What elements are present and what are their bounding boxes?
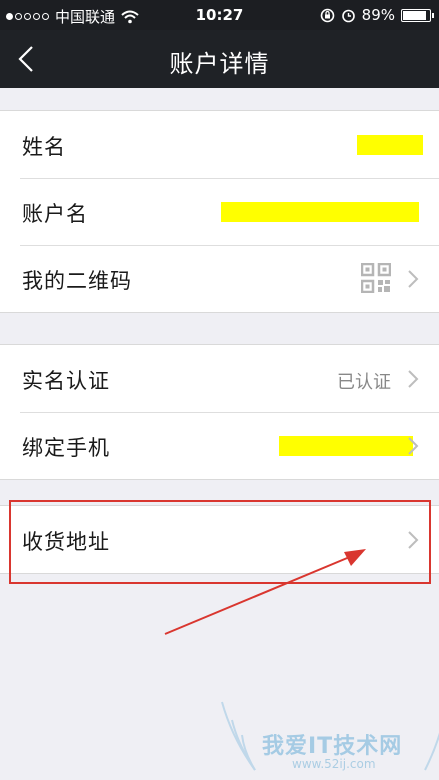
- row-label: 姓名: [22, 135, 66, 159]
- rotation-lock-icon: [320, 8, 334, 22]
- chevron-right-icon: [408, 370, 419, 388]
- alarm-icon: [341, 9, 355, 22]
- row-label: 账户名: [22, 202, 88, 226]
- row-value: 已认证: [337, 372, 391, 393]
- verification-group: 实名认证 已认证 绑定手机: [0, 344, 439, 480]
- nav-bar: 账户详情: [0, 30, 439, 88]
- redacted-value: [279, 436, 413, 456]
- account-info-group: 姓名 账户名 我的二维码: [0, 110, 439, 313]
- row-name[interactable]: 姓名: [0, 111, 439, 178]
- chevron-right-icon: [408, 270, 419, 288]
- row-label: 绑定手机: [22, 436, 110, 460]
- qr-code-icon: [361, 263, 391, 293]
- page-title: 账户详情: [169, 50, 270, 78]
- watermark-url: www.52ij.com: [292, 757, 376, 771]
- battery-icon: [401, 8, 434, 22]
- row-label: 实名认证: [22, 369, 110, 393]
- battery-percent: 89%: [361, 6, 395, 24]
- row-account-name[interactable]: 账户名: [0, 178, 439, 245]
- highlight-box: [9, 500, 431, 584]
- row-bind-phone[interactable]: 绑定手机: [0, 412, 439, 479]
- watermark-text: 我爱IT技术网: [262, 734, 403, 759]
- row-qr-code[interactable]: 我的二维码: [0, 245, 439, 312]
- redacted-value: [357, 135, 423, 155]
- battery-fill: [403, 10, 426, 20]
- chevron-right-icon: [408, 437, 419, 455]
- status-bar: 中国联通 10:27 89%: [0, 0, 439, 30]
- redacted-value: [221, 202, 419, 222]
- row-label: 我的二维码: [22, 269, 132, 293]
- status-right: 89%: [320, 6, 434, 24]
- row-real-name-auth[interactable]: 实名认证 已认证: [0, 345, 439, 412]
